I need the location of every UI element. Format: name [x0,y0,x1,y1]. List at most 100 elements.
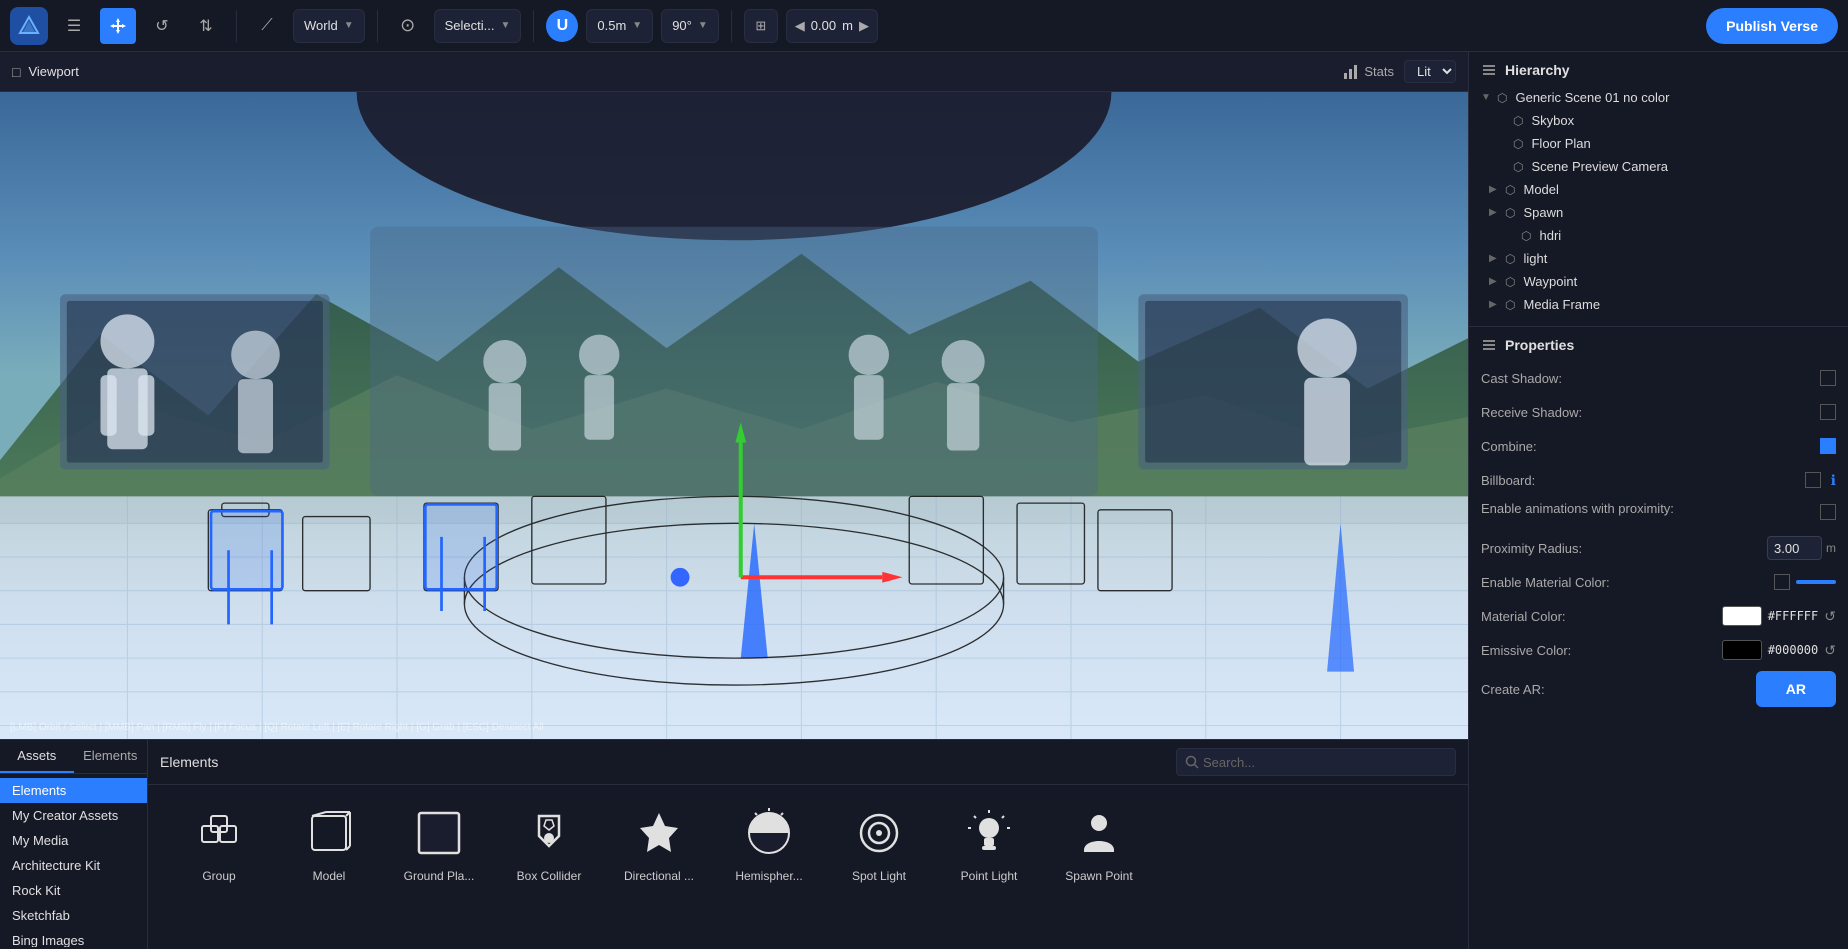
assets-item-elements[interactable]: Elements [0,778,147,803]
assets-sidebar: Assets Elements Elements My Creator Asse… [0,740,148,949]
topbar: ☰ ↺ ⇅ ⟋ World ▼ ⊙ Selecti... ▼ U 0.5m ▼ … [0,0,1848,52]
create-ar-button[interactable]: AR [1756,671,1836,707]
tree-item-scene-preview[interactable]: ⬡ Scene Preview Camera [1469,155,1848,178]
point-light-icon [959,803,1019,863]
tree-item-hdri[interactable]: ⬡ hdri [1469,224,1848,247]
snap-icon: U [546,10,578,42]
tree-item-media-frame[interactable]: ▶ ⬡ Media Frame [1469,293,1848,316]
refresh-button[interactable]: ↺ [144,8,180,44]
angle-dropdown[interactable]: 90° ▼ [661,9,719,43]
tree-item-generic-scene[interactable]: ▼ ⬡ Generic Scene 01 no color [1469,86,1848,109]
box-collider-label: Box Collider [517,869,582,883]
create-ar-row: Create AR: AR [1481,671,1836,707]
proximity-radius-input[interactable] [1767,536,1822,560]
world-dropdown[interactable]: World ▼ [293,9,365,43]
combine-checkbox[interactable] [1820,438,1836,454]
mannequin-left [100,314,154,449]
coord-right-arrow[interactable]: ▶ [859,18,869,34]
receive-shadow-checkbox[interactable] [1820,404,1836,420]
viewport-header: □ Viewport Stats Lit [0,52,1468,92]
element-model[interactable]: Model [274,795,384,891]
search-input[interactable] [1203,755,1447,770]
assets-item-media[interactable]: My Media [0,828,147,853]
hierarchy-header: Hierarchy [1469,62,1848,86]
element-spawn-point[interactable]: Spawn Point [1044,795,1154,891]
tree-item-skybox[interactable]: ⬡ Skybox [1469,109,1848,132]
element-box-collider[interactable]: Box Collider [494,795,604,891]
enable-anim-checkbox[interactable] [1820,504,1836,520]
stats-label: Stats [1364,64,1394,79]
emissive-color-picker[interactable]: #000000 ↺ [1722,640,1836,660]
viewport[interactable]: [LMB] Orbit / Select | [MMB] Pan | [RMB]… [0,92,1468,739]
sort-button[interactable]: ⇅ [188,8,224,44]
elements-header: Elements [148,740,1468,785]
viewport-title: Viewport [28,64,78,79]
world-arrow: ▼ [344,20,354,31]
cast-shadow-checkbox[interactable] [1820,370,1836,386]
right-panel: Hierarchy ▼ ⬡ Generic Scene 01 no color … [1468,52,1848,949]
proximity-radius-row: Proximity Radius: m [1481,535,1836,561]
selection-dropdown[interactable]: Selecti... ▼ [434,9,522,43]
tree-item-waypoint[interactable]: ▶ ⬡ Waypoint [1469,270,1848,293]
hierarchy-title: Hierarchy [1505,62,1570,78]
tree-item-model[interactable]: ▶ ⬡ Model [1469,178,1848,201]
billboard-row: Billboard: ℹ [1481,467,1836,493]
material-color-value: #FFFFFF [1768,609,1819,623]
waypoint-icon: ⬡ [1505,275,1515,289]
box-collider-icon [519,803,579,863]
tree-item-floor-plan[interactable]: ⬡ Floor Plan [1469,132,1848,155]
material-color-picker[interactable]: #FFFFFF ↺ [1722,606,1836,626]
coord-left-arrow[interactable]: ◀ [795,18,805,34]
assets-item-architecture[interactable]: Architecture Kit [0,853,147,878]
ground-plane-icon [409,803,469,863]
material-color-reset[interactable]: ↺ [1824,608,1836,625]
viewport-container: □ Viewport Stats Lit [0,52,1468,739]
tab-assets[interactable]: Assets [0,740,74,773]
element-spot-light[interactable]: Spot Light [824,795,934,891]
tab-elements[interactable]: Elements [74,740,148,773]
tree-item-spawn[interactable]: ▶ ⬡ Spawn [1469,201,1848,224]
separator-2 [377,10,378,42]
element-hemisphere[interactable]: Hemispher... [714,795,824,891]
assets-item-rock[interactable]: Rock Kit [0,878,147,903]
billboard-checkbox[interactable] [1805,472,1821,488]
combine-row: Combine: [1481,433,1836,459]
elements-title: Elements [160,754,218,770]
menu-button[interactable]: ☰ [56,8,92,44]
publish-button[interactable]: Publish Verse [1706,8,1838,44]
stats-button[interactable]: Stats [1343,64,1394,80]
elements-search[interactable] [1176,748,1456,776]
scene-label: Generic Scene 01 no color [1515,90,1669,105]
tree-item-light[interactable]: ▶ ⬡ light [1469,247,1848,270]
shortcut-hint: [LMB] Orbit / Select | [MMB] Pan | [RMB]… [10,722,544,733]
assets-item-sketchfab[interactable]: Sketchfab [0,903,147,928]
element-ground-plane[interactable]: Ground Pla... [384,795,494,891]
material-color-swatch[interactable] [1722,606,1762,626]
coord-unit: m [842,18,853,33]
assets-item-creator[interactable]: My Creator Assets [0,803,147,828]
billboard-info-icon[interactable]: ℹ [1831,472,1836,489]
spawn-point-label: Spawn Point [1065,869,1132,883]
spawn-tree-label: Spawn [1523,205,1563,220]
move-tool-button[interactable] [100,8,136,44]
lit-dropdown[interactable]: Lit [1404,60,1456,83]
grid-button[interactable]: ⊞ [744,9,778,43]
skybox-label: Skybox [1531,113,1574,128]
emissive-color-swatch[interactable] [1722,640,1762,660]
receive-shadow-row: Receive Shadow: [1481,399,1836,425]
hemisphere-icon [739,803,799,863]
enable-material-label: Enable Material Color: [1481,575,1774,590]
media-frame-label: Media Frame [1523,297,1600,312]
enable-material-checkbox[interactable] [1774,574,1790,590]
element-directional[interactable]: Directional ... [604,795,714,891]
element-point-light[interactable]: Point Light [934,795,1044,891]
assets-item-bing-images[interactable]: Bing Images [0,928,147,947]
emissive-color-reset[interactable]: ↺ [1824,642,1836,659]
logo[interactable] [10,7,48,45]
floor-plan-label: Floor Plan [1531,136,1590,151]
element-group[interactable]: Group [164,795,274,891]
proximity-unit: m [1826,541,1836,555]
assets-list: Elements My Creator Assets My Media Arch… [0,774,147,947]
snap-value-dropdown[interactable]: 0.5m ▼ [586,9,653,43]
properties-section: Properties Cast Shadow: Receive Shadow: … [1469,327,1848,725]
